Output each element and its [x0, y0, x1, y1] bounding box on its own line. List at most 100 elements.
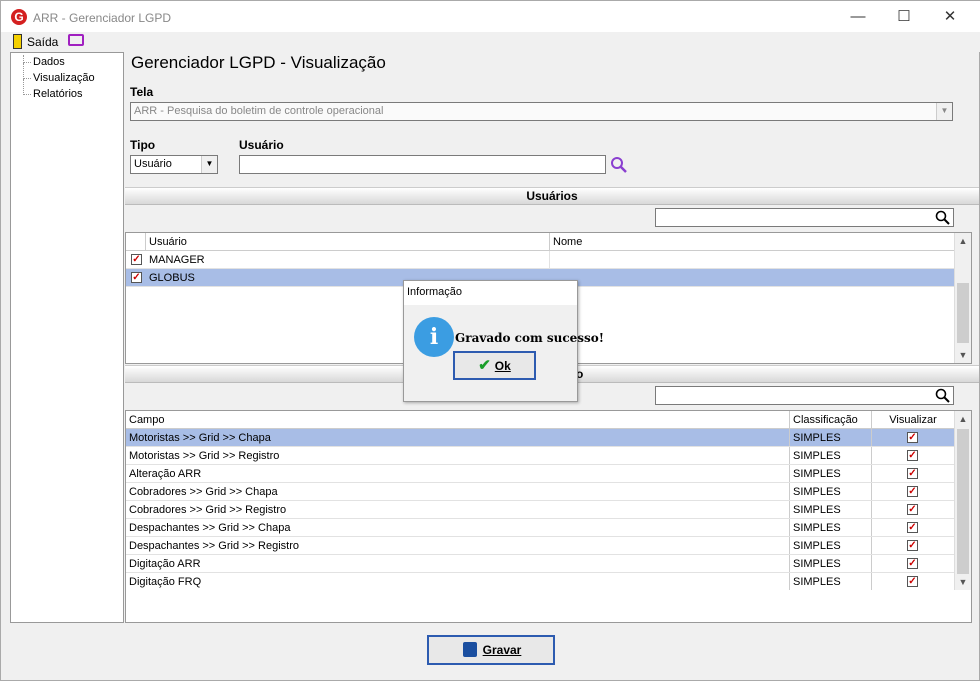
cell-campo: Digitação ARR	[126, 555, 790, 572]
tela-label: Tela	[130, 85, 154, 99]
exit-door-icon	[13, 34, 22, 49]
col-header-campo[interactable]: Campo	[126, 411, 790, 428]
exit-menu-item[interactable]: Saída	[27, 35, 58, 49]
chevron-down-icon: ▼	[936, 103, 952, 120]
search-icon[interactable]	[610, 156, 628, 174]
tree-item-visualizacao[interactable]: Visualização	[33, 72, 95, 84]
cell-classificacao: SIMPLES	[790, 501, 872, 518]
table-row[interactable]: Digitação ARR SIMPLES ✓	[126, 555, 955, 573]
cell-visualizar: ✓	[872, 573, 955, 590]
table-row[interactable]: Alteração ARR SIMPLES ✓	[126, 465, 955, 483]
visualizar-checkbox[interactable]: ✓	[907, 576, 918, 587]
tree-item-dados[interactable]: Dados	[33, 56, 65, 68]
cell-campo: Motoristas >> Grid >> Chapa	[126, 429, 790, 446]
table-row[interactable]: Motoristas >> Grid >> Registro SIMPLES ✓	[126, 447, 955, 465]
visualizar-checkbox[interactable]: ✓	[907, 468, 918, 479]
cell-campo: Despachantes >> Grid >> Registro	[126, 537, 790, 554]
close-button[interactable]: ✕	[927, 1, 973, 32]
visualizar-checkbox[interactable]: ✓	[907, 504, 918, 515]
cell-classificacao: SIMPLES	[790, 555, 872, 572]
check-icon: ✔	[478, 357, 491, 374]
cell-campo: Despachantes >> Grid >> Chapa	[126, 519, 790, 536]
search-icon[interactable]	[935, 388, 950, 403]
save-button[interactable]: Gravar	[427, 635, 555, 665]
row-checkbox[interactable]: ✓	[131, 254, 142, 265]
dialog-message: Gravado com sucesso!	[455, 331, 605, 345]
cell-nome	[550, 251, 955, 268]
visualizar-checkbox[interactable]: ✓	[907, 432, 918, 443]
maximize-button[interactable]: ☐	[881, 1, 927, 32]
minimize-button[interactable]: —	[835, 1, 881, 32]
cell-visualizar: ✓	[872, 483, 955, 500]
cell-visualizar: ✓	[872, 519, 955, 536]
cell-visualizar: ✓	[872, 429, 955, 446]
cell-classificacao: SIMPLES	[790, 447, 872, 464]
fields-search-input[interactable]	[655, 386, 954, 405]
ok-button[interactable]: ✔ Ok	[453, 351, 536, 380]
cell-classificacao: SIMPLES	[790, 465, 872, 482]
table-row[interactable]: ✓ MANAGER	[126, 251, 955, 269]
save-label: Gravar	[482, 643, 522, 657]
page-title: Gerenciador LGPD - Visualização	[131, 53, 386, 72]
cell-classificacao: SIMPLES	[790, 519, 872, 536]
tipo-value: Usuário	[134, 158, 172, 170]
cell-visualizar: ✓	[872, 447, 955, 464]
title-bar: G ARR - Gerenciador LGPD — ☐ ✕	[1, 1, 980, 32]
cell-campo: Digitação FRQ	[126, 573, 790, 590]
visualizar-checkbox[interactable]: ✓	[907, 558, 918, 569]
cell-classificacao: SIMPLES	[790, 483, 872, 500]
users-search-input[interactable]	[655, 208, 954, 227]
tipo-label: Tipo	[130, 138, 156, 152]
info-icon: i	[414, 317, 454, 357]
col-header-usuario[interactable]: Usuário	[146, 233, 550, 250]
fields-scrollbar[interactable]: ▲ ▼	[954, 411, 971, 590]
table-row[interactable]: Motoristas >> Grid >> Chapa SIMPLES ✓	[126, 429, 955, 447]
cell-campo: Motoristas >> Grid >> Registro	[126, 447, 790, 464]
tipo-select[interactable]: Usuário ▼	[130, 155, 218, 174]
cell-classificacao: SIMPLES	[790, 573, 872, 590]
cell-visualizar: ✓	[872, 555, 955, 572]
search-icon[interactable]	[935, 210, 950, 225]
table-row[interactable]: Cobradores >> Grid >> Chapa SIMPLES ✓	[126, 483, 955, 501]
tree-item-relatorios[interactable]: Relatórios	[33, 88, 83, 100]
row-checkbox[interactable]: ✓	[131, 272, 142, 283]
tela-select[interactable]: ARR - Pesquisa do boletim de controle op…	[130, 102, 953, 121]
visualizar-checkbox[interactable]: ✓	[907, 450, 918, 461]
cell-visualizar: ✓	[872, 537, 955, 554]
visualizar-checkbox[interactable]: ✓	[907, 522, 918, 533]
info-dialog: Informação i Gravado com sucesso! ✔ Ok	[403, 280, 604, 402]
cell-classificacao: SIMPLES	[790, 429, 872, 446]
monitor-icon[interactable]	[68, 34, 84, 46]
table-row[interactable]: Digitação FRQ SIMPLES ✓	[126, 573, 955, 591]
app-logo-icon: G	[11, 9, 27, 25]
cell-campo: Cobradores >> Grid >> Chapa	[126, 483, 790, 500]
usuario-label: Usuário	[239, 138, 284, 152]
cell-usuario: MANAGER	[146, 251, 550, 268]
dialog-title: Informação	[404, 281, 577, 305]
cell-campo: Alteração ARR	[126, 465, 790, 482]
cell-visualizar: ✓	[872, 501, 955, 518]
table-row[interactable]: Despachantes >> Grid >> Chapa SIMPLES ✓	[126, 519, 955, 537]
col-header-classificacao[interactable]: Classificação	[790, 411, 872, 428]
fields-grid: Campo Classificação Visualizar Motorista…	[125, 410, 972, 623]
visualizar-checkbox[interactable]: ✓	[907, 540, 918, 551]
sidebar-tree: Dados Visualização Relatórios	[10, 52, 124, 623]
cell-visualizar: ✓	[872, 465, 955, 482]
table-row[interactable]: Cobradores >> Grid >> Registro SIMPLES ✓	[126, 501, 955, 519]
app-window: G ARR - Gerenciador LGPD — ☐ ✕ Saída Dad…	[0, 0, 980, 681]
ok-label: Ok	[494, 359, 511, 373]
usuario-input[interactable]	[239, 155, 606, 174]
chevron-down-icon: ▼	[201, 156, 217, 173]
menu-bar: Saída	[1, 32, 980, 52]
col-header-nome[interactable]: Nome	[550, 233, 955, 250]
users-scrollbar[interactable]: ▲ ▼	[954, 233, 971, 363]
col-header-visualizar[interactable]: Visualizar	[872, 411, 955, 428]
users-grid-header: Usuário Nome	[126, 233, 955, 251]
floppy-disk-icon	[463, 642, 477, 657]
fields-grid-header: Campo Classificação Visualizar	[126, 411, 955, 429]
visualizar-checkbox[interactable]: ✓	[907, 486, 918, 497]
window-title: ARR - Gerenciador LGPD	[33, 11, 172, 25]
cell-nome	[550, 269, 955, 286]
table-row[interactable]: Despachantes >> Grid >> Registro SIMPLES ✓	[126, 537, 955, 555]
tela-value: ARR - Pesquisa do boletim de controle op…	[134, 105, 384, 117]
